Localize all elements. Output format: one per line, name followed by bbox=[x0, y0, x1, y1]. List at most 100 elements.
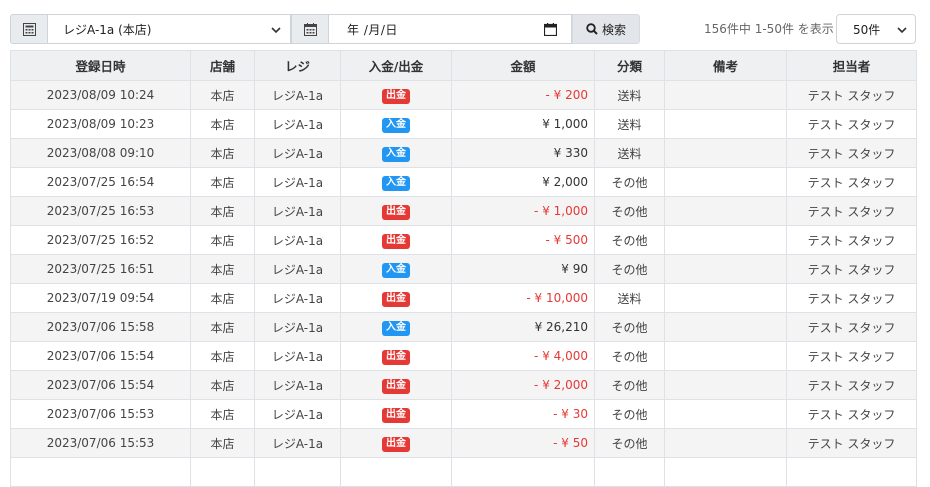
register-cell bbox=[254, 457, 341, 487]
type-cell: 出金 bbox=[340, 370, 452, 400]
transactions-table: 登録日時 店舗 レジ 入金/出金 金額 分類 備考 担当者 2023/08/09… bbox=[10, 50, 917, 487]
category-cell: その他 bbox=[594, 196, 665, 226]
type-cell: 入金 bbox=[340, 109, 452, 139]
type-cell: 出金 bbox=[340, 399, 452, 429]
type-cell: 入金 bbox=[340, 138, 452, 168]
table-row[interactable]: 2023/08/09 10:23 本店 レジA-1a 入金 ¥ 1,000 送料 テスト ス… bbox=[10, 109, 917, 139]
store-cell: 本店 bbox=[190, 312, 255, 342]
register-cell: レジA-1a bbox=[254, 138, 341, 168]
category-cell: その他 bbox=[594, 312, 665, 342]
datetime-cell: 2023/07/06 15:53 bbox=[10, 428, 191, 458]
column-header-category[interactable]: 分類 bbox=[594, 50, 665, 81]
column-header-datetime[interactable]: 登録日時 bbox=[10, 50, 191, 81]
store-cell: 本店 bbox=[190, 225, 255, 255]
amount-cell: - ¥ 500 bbox=[451, 225, 595, 255]
category-cell: その他 bbox=[594, 341, 665, 371]
table-row[interactable]: 2023/07/25 16:51 本店 レジA-1a 入金 ¥ 90 その他 テスト スタッ… bbox=[10, 254, 917, 284]
table-row[interactable]: 2023/07/19 09:54 本店 レジA-1a 出金 - ¥ 10,000 送料 テス… bbox=[10, 283, 917, 313]
staff-cell: テスト スタッフ bbox=[786, 399, 917, 429]
category-cell: その他 bbox=[594, 254, 665, 284]
table-row[interactable]: 2023/08/09 10:24 本店 レジA-1a 出金 - ¥ 200 送料 テスト ス… bbox=[10, 80, 917, 110]
withdrawal-badge: 出金 bbox=[382, 88, 410, 104]
table-row[interactable]: 2023/07/06 15:53 本店 レジA-1a 出金 - ¥ 50 その他 テスト ス… bbox=[10, 428, 917, 458]
staff-cell: テスト スタッフ bbox=[786, 109, 917, 139]
staff-cell: テスト スタッフ bbox=[786, 341, 917, 371]
note-cell bbox=[664, 196, 787, 226]
column-header-amount[interactable]: 金額 bbox=[451, 50, 595, 81]
datetime-cell: 2023/07/25 16:52 bbox=[10, 225, 191, 255]
withdrawal-badge: 出金 bbox=[382, 233, 410, 249]
datetime-cell: 2023/07/06 15:54 bbox=[10, 370, 191, 400]
amount-cell: ¥ 2,000 bbox=[451, 167, 595, 197]
column-header-staff[interactable]: 担当者 bbox=[786, 50, 917, 81]
filter-toolbar: レジA-1a (本店) 年 /月/日 検索 156件中 1-50件 を表示 50… bbox=[10, 14, 916, 44]
note-cell bbox=[664, 312, 787, 342]
withdrawal-badge: 出金 bbox=[382, 204, 410, 220]
staff-cell: テスト スタッフ bbox=[786, 370, 917, 400]
store-cell: 本店 bbox=[190, 428, 255, 458]
staff-cell: テスト スタッフ bbox=[786, 138, 917, 168]
column-header-register[interactable]: レジ bbox=[254, 50, 341, 81]
table-row[interactable]: 2023/07/25 16:54 本店 レジA-1a 入金 ¥ 2,000 その他 テスト … bbox=[10, 167, 917, 197]
note-cell bbox=[664, 370, 787, 400]
date-picker-icon[interactable] bbox=[544, 23, 557, 36]
table-row[interactable]: 2023/07/06 15:54 本店 レジA-1a 出金 - ¥ 2,000 その他 テス… bbox=[10, 370, 917, 400]
type-cell: 出金 bbox=[340, 428, 452, 458]
withdrawal-badge: 出金 bbox=[382, 407, 410, 423]
amount-cell: ¥ 330 bbox=[451, 138, 595, 168]
amount-cell: ¥ 26,210 bbox=[451, 312, 595, 342]
table-row[interactable]: 2023/08/08 09:10 本店 レジA-1a 入金 ¥ 330 送料 テスト スタッ… bbox=[10, 138, 917, 168]
register-cell: レジA-1a bbox=[254, 196, 341, 226]
date-input[interactable]: 年 /月/日 bbox=[329, 14, 572, 44]
table-row[interactable]: 2023/07/25 16:53 本店 レジA-1a 出金 - ¥ 1,000 その他 テス… bbox=[10, 196, 917, 226]
per-page-select[interactable]: 50件 bbox=[836, 14, 916, 44]
withdrawal-badge: 出金 bbox=[382, 349, 410, 365]
column-header-type[interactable]: 入金/出金 bbox=[340, 50, 452, 81]
table-row[interactable]: 2023/07/25 16:52 本店 レジA-1a 出金 - ¥ 500 その他 テスト … bbox=[10, 225, 917, 255]
type-cell: 出金 bbox=[340, 341, 452, 371]
withdrawal-badge: 出金 bbox=[382, 291, 410, 307]
note-cell bbox=[664, 283, 787, 313]
search-button[interactable]: 検索 bbox=[572, 14, 640, 44]
register-select-value: レジA-1a (本店) bbox=[63, 22, 152, 37]
datetime-cell: 2023/07/25 16:53 bbox=[10, 196, 191, 226]
store-cell: 本店 bbox=[190, 341, 255, 371]
date-input-placeholder: 年 /月/日 bbox=[347, 22, 398, 37]
table-row[interactable] bbox=[10, 457, 917, 487]
staff-cell: テスト スタッフ bbox=[786, 225, 917, 255]
store-cell: 本店 bbox=[190, 167, 255, 197]
chevron-down-icon bbox=[897, 27, 907, 34]
category-cell: その他 bbox=[594, 399, 665, 429]
datetime-cell: 2023/07/19 09:54 bbox=[10, 283, 191, 313]
register-select[interactable]: レジA-1a (本店) bbox=[48, 14, 291, 44]
category-cell: 送料 bbox=[594, 138, 665, 168]
note-cell bbox=[664, 80, 787, 110]
table-row[interactable]: 2023/07/06 15:53 本店 レジA-1a 出金 - ¥ 30 その他 テスト ス… bbox=[10, 399, 917, 429]
register-cell: レジA-1a bbox=[254, 312, 341, 342]
staff-cell: テスト スタッフ bbox=[786, 254, 917, 284]
column-header-note[interactable]: 備考 bbox=[664, 50, 787, 81]
category-cell: 送料 bbox=[594, 80, 665, 110]
calendar-icon bbox=[291, 14, 329, 44]
table-header-row: 登録日時 店舗 レジ 入金/出金 金額 分類 備考 担当者 bbox=[10, 50, 917, 81]
type-cell bbox=[340, 457, 452, 487]
datetime-cell: 2023/07/06 15:58 bbox=[10, 312, 191, 342]
type-cell: 出金 bbox=[340, 225, 452, 255]
chevron-down-icon bbox=[271, 27, 281, 34]
type-cell: 入金 bbox=[340, 312, 452, 342]
table-row[interactable]: 2023/07/06 15:54 本店 レジA-1a 出金 - ¥ 4,000 その他 テス… bbox=[10, 341, 917, 371]
datetime-cell: 2023/07/25 16:54 bbox=[10, 167, 191, 197]
amount-cell: ¥ 90 bbox=[451, 254, 595, 284]
register-cell: レジA-1a bbox=[254, 225, 341, 255]
staff-cell: テスト スタッフ bbox=[786, 196, 917, 226]
calculator-icon bbox=[10, 14, 48, 44]
datetime-cell: 2023/08/09 10:24 bbox=[10, 80, 191, 110]
register-cell: レジA-1a bbox=[254, 109, 341, 139]
register-cell: レジA-1a bbox=[254, 428, 341, 458]
per-page-value: 50件 bbox=[853, 22, 881, 37]
table-row[interactable]: 2023/07/06 15:58 本店 レジA-1a 入金 ¥ 26,210 その他 テスト… bbox=[10, 312, 917, 342]
store-cell: 本店 bbox=[190, 109, 255, 139]
staff-cell: テスト スタッフ bbox=[786, 283, 917, 313]
column-header-store[interactable]: 店舗 bbox=[190, 50, 255, 81]
search-icon bbox=[586, 23, 598, 35]
